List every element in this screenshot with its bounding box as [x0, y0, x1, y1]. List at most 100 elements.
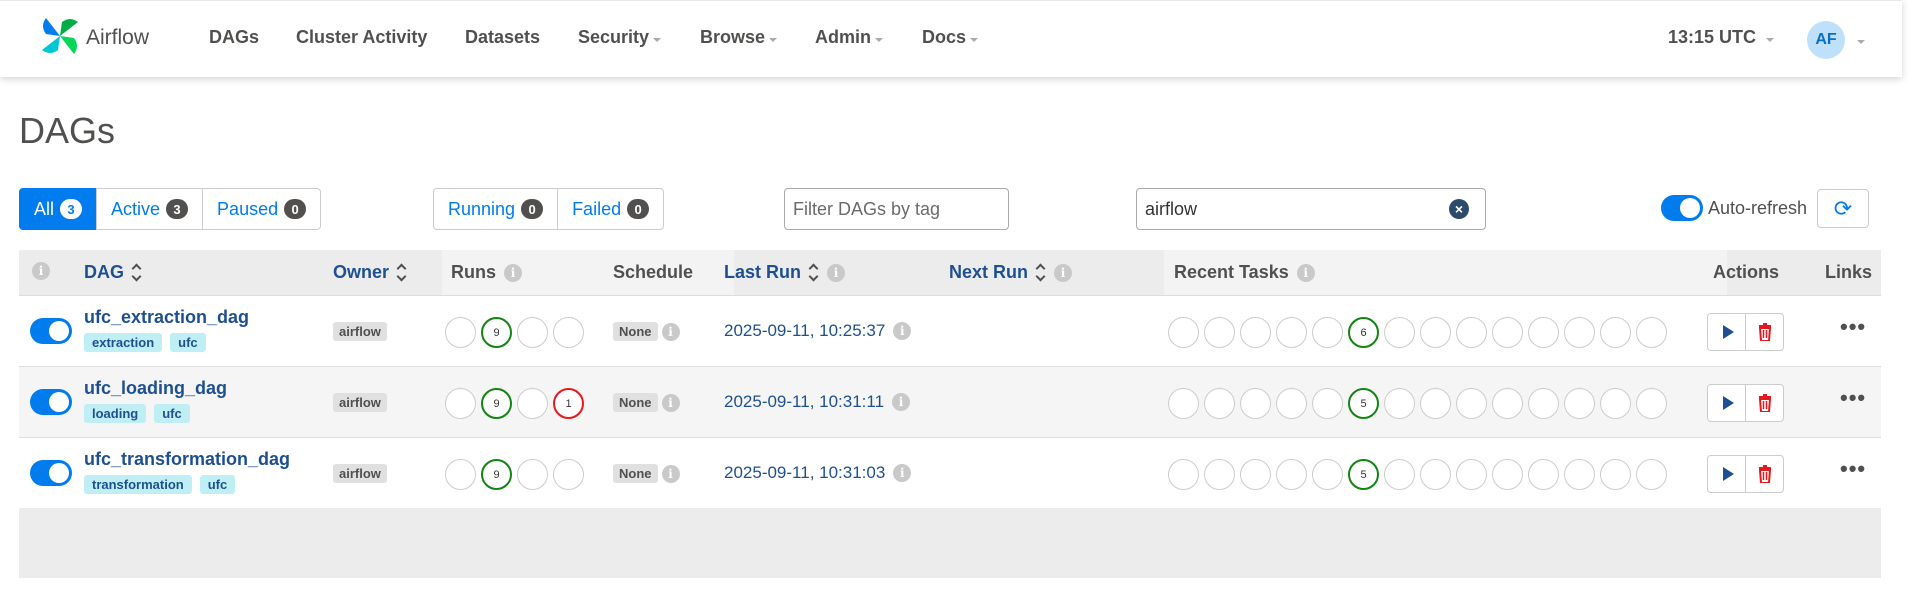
task-state-circle[interactable]	[1240, 459, 1271, 490]
last-run-link[interactable]: 2025-09-11, 10:31:03	[724, 463, 885, 483]
task-state-circle[interactable]	[1168, 317, 1199, 348]
caret-down-icon[interactable]	[1857, 40, 1865, 44]
run-state-circle[interactable]	[553, 317, 584, 348]
task-state-circle[interactable]	[1384, 317, 1415, 348]
task-state-circle[interactable]	[1528, 388, 1559, 419]
nav-security[interactable]: Security	[578, 27, 662, 48]
task-state-circle[interactable]	[1204, 388, 1235, 419]
nav-cluster-activity[interactable]: Cluster Activity	[296, 27, 427, 48]
run-state-circle[interactable]	[445, 388, 476, 419]
nav-docs[interactable]: Docs	[922, 27, 979, 48]
task-state-circle[interactable]	[1384, 388, 1415, 419]
run-state-circle[interactable]	[445, 317, 476, 348]
task-state-circle[interactable]	[1528, 459, 1559, 490]
run-state-circle[interactable]	[517, 317, 548, 348]
run-state-circle[interactable]	[445, 459, 476, 490]
header-dag[interactable]: DAG	[84, 262, 142, 283]
task-state-circle[interactable]	[1312, 459, 1343, 490]
task-state-circle[interactable]	[1276, 388, 1307, 419]
tag-filter-input[interactable]: Filter DAGs by tag	[784, 188, 1009, 230]
info-icon[interactable]: i	[661, 393, 680, 412]
task-state-circle[interactable]	[1204, 459, 1235, 490]
delete-dag-button[interactable]	[1745, 313, 1784, 351]
more-icon[interactable]: •••	[1840, 316, 1866, 338]
filter-active-button[interactable]: Active 3	[96, 188, 204, 230]
filter-failed-button[interactable]: Failed 0	[557, 188, 665, 230]
run-state-circle[interactable]: 9	[481, 317, 512, 348]
dag-pause-toggle[interactable]	[30, 318, 72, 344]
dag-tag[interactable]: ufc	[199, 475, 236, 494]
clock-menu[interactable]: 13:15 UTC	[1668, 27, 1775, 48]
nav-datasets[interactable]: Datasets	[465, 27, 540, 48]
task-state-circle[interactable]	[1276, 317, 1307, 348]
trigger-dag-button[interactable]	[1707, 313, 1746, 351]
task-state-circle[interactable]	[1636, 459, 1667, 490]
dag-pause-toggle[interactable]	[30, 389, 72, 415]
task-state-circle[interactable]	[1168, 459, 1199, 490]
brand[interactable]: Airflow	[36, 14, 149, 62]
task-state-circle[interactable]	[1276, 459, 1307, 490]
run-state-circle[interactable]	[553, 459, 584, 490]
dag-tag[interactable]: extraction	[84, 333, 163, 352]
last-run-link[interactable]: 2025-09-11, 10:25:37	[724, 321, 885, 341]
task-state-circle[interactable]	[1240, 317, 1271, 348]
dag-id-link[interactable]: ufc_transformation_dag	[84, 449, 290, 470]
task-state-circle[interactable]	[1600, 317, 1631, 348]
task-state-circle[interactable]	[1456, 388, 1487, 419]
task-state-circle[interactable]	[1600, 388, 1631, 419]
info-icon[interactable]: i	[892, 393, 911, 411]
info-icon[interactable]: i	[1054, 263, 1073, 282]
more-icon[interactable]: •••	[1840, 458, 1866, 480]
run-state-circle[interactable]: 1	[553, 388, 584, 419]
task-state-circle[interactable]: 5	[1348, 459, 1379, 490]
last-run-link[interactable]: 2025-09-11, 10:31:11	[724, 392, 884, 412]
filter-paused-button[interactable]: Paused 0	[202, 188, 322, 230]
task-state-circle[interactable]	[1312, 388, 1343, 419]
search-input[interactable]: airflow ×	[1136, 188, 1486, 230]
owner-badge[interactable]: airflow	[333, 393, 387, 412]
info-icon[interactable]: i	[661, 464, 680, 483]
run-state-circle[interactable]: 9	[481, 459, 512, 490]
task-state-circle[interactable]	[1456, 317, 1487, 348]
avatar[interactable]: AF	[1807, 21, 1845, 59]
filter-all-button[interactable]: All 3	[19, 188, 98, 230]
run-state-circle[interactable]: 9	[481, 388, 512, 419]
task-state-circle[interactable]	[1420, 317, 1451, 348]
trigger-dag-button[interactable]	[1707, 384, 1746, 422]
task-state-circle[interactable]	[1636, 317, 1667, 348]
task-state-circle[interactable]	[1312, 317, 1343, 348]
filter-running-button[interactable]: Running 0	[433, 188, 559, 230]
task-state-circle[interactable]	[1492, 388, 1523, 419]
refresh-button[interactable]: ⟳	[1817, 189, 1869, 228]
task-state-circle[interactable]: 6	[1348, 317, 1379, 348]
header-owner[interactable]: Owner	[333, 262, 407, 283]
auto-refresh-toggle[interactable]	[1661, 195, 1703, 221]
task-state-circle[interactable]	[1420, 388, 1451, 419]
more-icon[interactable]: •••	[1840, 387, 1866, 409]
task-state-circle[interactable]	[1492, 317, 1523, 348]
info-icon[interactable]: i	[827, 263, 846, 282]
task-state-circle[interactable]	[1384, 459, 1415, 490]
header-next-run[interactable]: Next Run i	[949, 262, 1073, 283]
trigger-dag-button[interactable]	[1707, 455, 1746, 493]
task-state-circle[interactable]	[1564, 459, 1595, 490]
task-state-circle[interactable]	[1240, 388, 1271, 419]
info-icon[interactable]: i	[504, 263, 522, 282]
dag-pause-toggle[interactable]	[30, 460, 72, 486]
task-state-circle[interactable]	[1204, 317, 1235, 348]
run-state-circle[interactable]	[517, 388, 548, 419]
dag-id-link[interactable]: ufc_loading_dag	[84, 378, 227, 399]
task-state-circle[interactable]	[1168, 388, 1199, 419]
task-state-circle[interactable]	[1564, 388, 1595, 419]
task-state-circle[interactable]	[1456, 459, 1487, 490]
delete-dag-button[interactable]	[1745, 455, 1784, 493]
task-state-circle[interactable]	[1564, 317, 1595, 348]
header-last-run[interactable]: Last Run i	[724, 262, 846, 283]
nav-dags[interactable]: DAGs	[209, 27, 259, 48]
info-icon[interactable]: i	[32, 262, 50, 280]
task-state-circle[interactable]	[1636, 388, 1667, 419]
info-icon[interactable]: i	[1296, 263, 1315, 282]
owner-badge[interactable]: airflow	[333, 464, 387, 483]
info-icon[interactable]: i	[661, 322, 680, 341]
info-icon[interactable]: i	[893, 464, 912, 482]
